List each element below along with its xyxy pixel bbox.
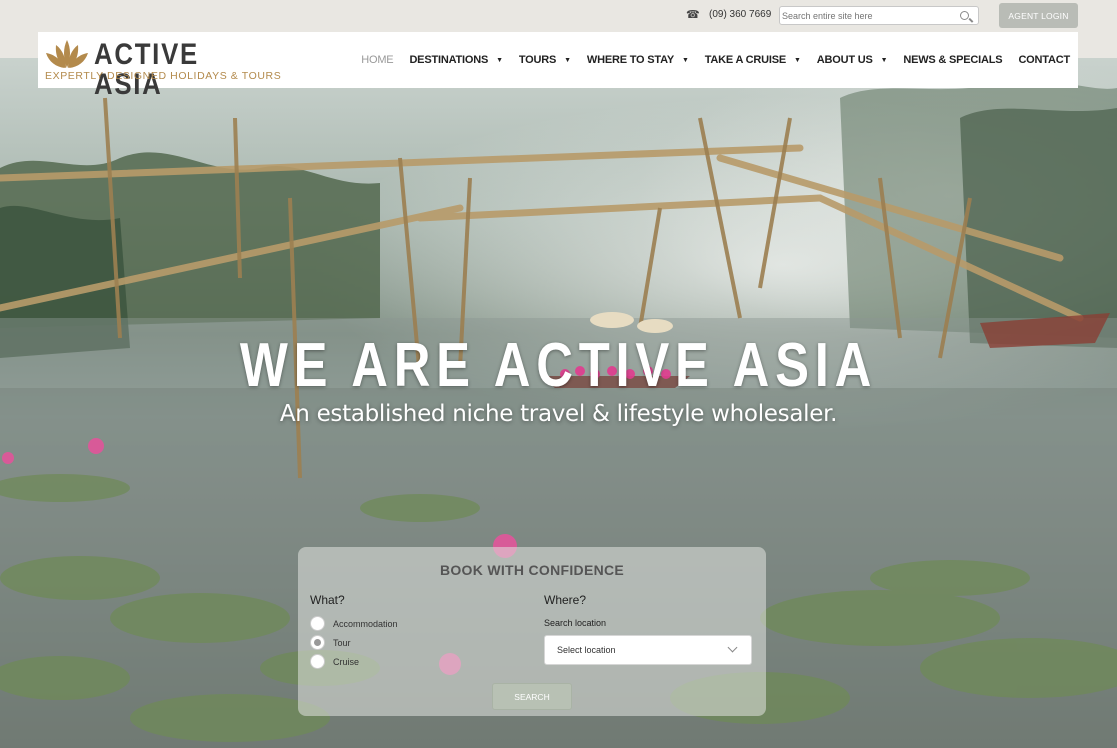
radio-option-tour[interactable]: Tour — [310, 635, 351, 650]
nav-item-label: TAKE A CRUISE — [704, 54, 787, 66]
agent-login-button[interactable]: AGENT LOGIN — [999, 3, 1078, 28]
caret-down-icon: ▼ — [880, 56, 888, 64]
nav-item-label: WHERE TO STAY — [586, 54, 674, 66]
search-input[interactable] — [782, 8, 952, 23]
radio-button[interactable] — [310, 654, 325, 669]
nav-item-destinations[interactable]: DESTINATIONS ▼ — [401, 54, 510, 66]
where-label: Where? — [544, 593, 587, 607]
phone-icon: ☎ — [686, 9, 700, 21]
nav-item-label: CONTACT — [1018, 54, 1070, 66]
what-label: What? — [310, 593, 345, 607]
main-nav: HOME DESTINATIONS ▼ TOURS ▼ WHERE TO STA… — [353, 32, 1078, 88]
caret-down-icon: ▼ — [564, 56, 571, 64]
search-button[interactable]: SEARCH — [492, 683, 572, 710]
nav-item-news-specials[interactable]: NEWS & SPECIALS — [895, 54, 1010, 66]
search-location-label: Search location — [544, 618, 607, 628]
hero-subtitle: An established niche travel & lifestyle … — [279, 401, 838, 427]
location-select-value: Select location — [557, 645, 616, 655]
logo[interactable]: ACTIVE ASIA EXPERTLY DESIGNED HOLIDAYS &… — [44, 38, 281, 100]
hero-title: WE ARE ACTIVE ASIA — [239, 331, 878, 400]
nav-item-contact[interactable]: CONTACT — [1010, 54, 1078, 66]
radio-label: Cruise — [333, 656, 360, 667]
caret-down-icon: ▼ — [496, 56, 503, 64]
radio-label: Accommodation — [333, 618, 398, 629]
nav-item-label: ABOUT US — [816, 54, 873, 66]
caret-down-icon: ▼ — [681, 56, 689, 64]
chevron-down-icon — [727, 642, 738, 653]
nav-item-label: NEWS & SPECIALS — [903, 54, 1003, 66]
booking-title: BOOK WITH CONFIDENCE — [439, 562, 625, 578]
nav-item-label: DESTINATIONS — [409, 54, 489, 66]
nav-item-where-to-stay[interactable]: WHERE TO STAY ▼ — [579, 54, 697, 66]
caret-down-icon: ▼ — [794, 56, 801, 64]
booking-panel: BOOK WITH CONFIDENCE What? Where? Accomm… — [298, 547, 766, 716]
location-select[interactable]: Select location — [544, 635, 752, 665]
radio-button[interactable] — [310, 616, 325, 631]
logo-tagline: EXPERTLY DESIGNED HOLIDAYS & TOURS — [45, 70, 282, 82]
nav-item-tours[interactable]: TOURS ▼ — [511, 54, 579, 66]
radio-option-cruise[interactable]: Cruise — [310, 654, 359, 669]
search-icon[interactable] — [960, 11, 969, 20]
radio-option-accommodation[interactable]: Accommodation — [310, 616, 398, 631]
site-header: ACTIVE ASIA EXPERTLY DESIGNED HOLIDAYS &… — [38, 32, 1078, 100]
site-search[interactable] — [779, 6, 979, 25]
nav-item-home[interactable]: HOME — [353, 54, 401, 66]
phone-number[interactable]: (09) 360 7669 — [709, 9, 771, 20]
radio-label: Tour — [333, 637, 351, 648]
lotus-icon — [46, 40, 88, 68]
nav-item-label: TOURS — [518, 54, 557, 66]
nav-item-about-us[interactable]: ABOUT US ▼ — [809, 54, 896, 66]
radio-button[interactable] — [310, 635, 325, 650]
nav-item-label: HOME — [361, 54, 394, 66]
nav-item-take-a-cruise[interactable]: TAKE A CRUISE ▼ — [697, 54, 809, 66]
